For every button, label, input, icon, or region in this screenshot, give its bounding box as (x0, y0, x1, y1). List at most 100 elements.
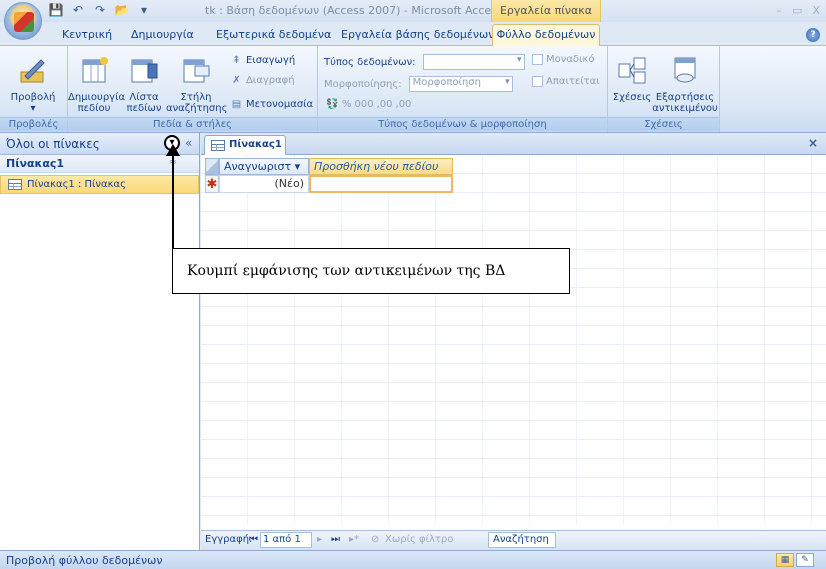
delete-label: Διαγραφή (246, 75, 295, 86)
required-checkbox-row[interactable]: Απαιτείται (532, 76, 600, 87)
nav-collapse-icon[interactable]: « (185, 136, 192, 150)
required-checkbox[interactable] (532, 76, 543, 87)
tab-create[interactable]: Δημιουργία (131, 28, 194, 41)
delete-column-button[interactable]: ✗ Διαγραφή (230, 74, 295, 87)
group-fields-columns-label: Πεδία & στήλες (68, 117, 317, 131)
document-tab-label: Πίνακας1 (229, 139, 282, 150)
select-all-corner[interactable] (205, 158, 219, 175)
field-list-icon (131, 59, 158, 83)
datasheet-grid[interactable]: Αναγνωριστ ▾ Προσθήκη νέου πεδίου ✱ (Νέο… (201, 155, 826, 525)
close-button[interactable]: X (812, 4, 820, 17)
cell-new-id[interactable]: (Νέο) (219, 175, 309, 193)
percent-button[interactable]: % (342, 99, 352, 110)
search-input[interactable]: Αναζήτηση (488, 532, 556, 548)
first-record-button[interactable]: ⏮ (249, 534, 258, 545)
nav-item-label: Πίνακας1 : Πίνακας (27, 179, 126, 190)
group-datatype-label: Τύπος δεδομένων & μορφοποίηση (318, 117, 607, 131)
delete-column-icon: ✗ (232, 75, 241, 86)
view-icon (20, 59, 45, 83)
group-views: Προβολή ▾ Προβολές (0, 46, 68, 132)
decrease-decimals-button[interactable]: ,00 (396, 99, 412, 110)
view-button[interactable]: Προβολή ▾ (4, 54, 62, 114)
currency-icon[interactable]: 💱 (326, 98, 339, 111)
create-field-button[interactable]: Δημιουργία πεδίου (68, 54, 126, 114)
minimize-button[interactable]: – (777, 4, 783, 17)
group-fields-columns: Δημιουργία πεδίου Λίστα πεδίων Στήλη ανα… (68, 46, 318, 132)
group-relationships: Σχέσεις Εξαρτήσεις αντικειμένου Σχέσεις (608, 46, 720, 132)
unique-checkbox-row[interactable]: Μοναδικό (532, 54, 594, 65)
filter-icon: ⊘ (371, 534, 380, 545)
lookup-column-button[interactable]: Στήλη αναζήτησης (166, 54, 228, 114)
column-header-add-field[interactable]: Προσθήκη νέου πεδίου (309, 158, 453, 175)
new-field-icon (82, 57, 108, 83)
view-dropdown-icon: ▾ (30, 103, 36, 114)
format-combo[interactable]: Μορφοποίηση (408, 76, 513, 92)
undo-icon[interactable]: ↶ (70, 3, 86, 18)
tab-datasheet[interactable]: Φύλλο δεδομένων (492, 24, 600, 46)
close-document-icon[interactable]: × (808, 136, 818, 150)
dependencies-label-1: Εξαρτήσεις (655, 92, 715, 103)
office-logo-icon (14, 12, 34, 32)
context-tab-title: Εργαλεία πίνακα (491, 0, 601, 22)
open-icon[interactable]: 📂 (114, 3, 130, 18)
view-label: Προβολή (10, 92, 56, 103)
nav-group-label: Πίνακας1 (6, 157, 65, 170)
create-field-label-1: Δημιουργία (68, 92, 126, 103)
number-format-row: 💱 % 000 ,00 ,00 (326, 98, 411, 111)
thousands-button[interactable]: 000 (355, 99, 374, 110)
cell-new-field[interactable] (309, 175, 453, 193)
relationships-button[interactable]: Σχέσεις (612, 54, 652, 103)
new-record-selector[interactable]: ✱ (205, 175, 219, 193)
datatype-label: Τύπος δεδομένων: (324, 56, 416, 68)
lookup-list-label-2: πεδίων (126, 103, 162, 114)
lookup-column-label-2: αναζήτησης (166, 103, 228, 114)
redo-icon[interactable]: ↷ (92, 3, 108, 18)
no-filter-button[interactable]: Χωρίς φίλτρο (385, 534, 453, 545)
office-button[interactable] (4, 2, 42, 40)
required-label: Απαιτείται (546, 76, 600, 87)
nav-group[interactable]: Πίνακας1 ≈ (0, 155, 199, 173)
datasheet-view-icon[interactable]: ▦ (776, 553, 794, 567)
lookup-column-icon (183, 59, 210, 83)
column-sort-icon[interactable]: ▾ (295, 160, 301, 173)
record-position-input[interactable]: 1 από 1 (260, 532, 312, 548)
insert-column-icon: ⇞ (232, 55, 241, 66)
rename-column-button[interactable]: ▤ Μετονομασία (230, 98, 313, 111)
view-switcher: ▦ ✎ (776, 553, 814, 567)
relationships-icon (618, 57, 646, 84)
last-record-button[interactable]: ⏭ (331, 534, 340, 545)
document-tab-table1[interactable]: Πίνακας1 (204, 135, 286, 155)
next-record-button[interactable]: ▸ (317, 534, 322, 545)
increase-decimals-button[interactable]: ,00 (377, 99, 393, 110)
lookup-column-label-1: Στήλη (180, 92, 212, 103)
lookup-list-button[interactable]: Λίστα πεδίων (120, 54, 168, 114)
record-navigator: Εγγραφή: ⏮ 1 από 1 ▸ ⏭ ▸* ⊘ Χωρίς φίλτρο… (201, 530, 826, 550)
table-tab-icon (211, 140, 225, 151)
lookup-list-label-1: Λίστα (129, 92, 159, 103)
tab-home[interactable]: Κεντρική (62, 28, 112, 41)
design-view-icon[interactable]: ✎ (796, 553, 814, 567)
unique-checkbox[interactable] (532, 54, 543, 65)
ribbon: Προβολή ▾ Προβολές Δημιουργία πεδίου Λίσ… (0, 45, 826, 133)
table-icon (8, 179, 22, 190)
record-label: Εγγραφή: (205, 534, 253, 545)
tab-database-tools[interactable]: Εργαλεία βάσης δεδομένων (341, 28, 494, 41)
dependencies-label-2: αντικειμένου (652, 103, 718, 114)
save-icon[interactable]: 💾 (48, 3, 64, 18)
group-relationships-label: Σχέσεις (608, 117, 719, 131)
datatype-combo[interactable] (422, 54, 525, 70)
tab-external-data[interactable]: Εξωτερικά δεδομένα (216, 28, 331, 41)
rename-column-icon: ▤ (231, 99, 242, 110)
new-record-button[interactable]: ▸* (349, 534, 359, 545)
insert-column-button[interactable]: ⇞ Εισαγωγή (230, 54, 295, 67)
document-tab-bar: Πίνακας1 × (201, 133, 826, 155)
object-dependencies-button[interactable]: Εξαρτήσεις αντικειμένου (652, 54, 718, 114)
help-icon[interactable]: ? (806, 28, 820, 42)
datatype-row: Τύπος δεδομένων: (324, 54, 525, 70)
nav-header-label: Όλοι οι πίνακες (6, 137, 100, 151)
restore-button[interactable]: ▭ (792, 4, 802, 17)
format-row: Μορφοποίησης: Μορφοποίηση (324, 76, 513, 92)
nav-item-table1[interactable]: Πίνακας1 : Πίνακας (0, 175, 199, 194)
column-header-id[interactable]: Αναγνωριστ ▾ (219, 158, 309, 175)
customize-qat-icon[interactable]: ▾ (136, 3, 152, 18)
